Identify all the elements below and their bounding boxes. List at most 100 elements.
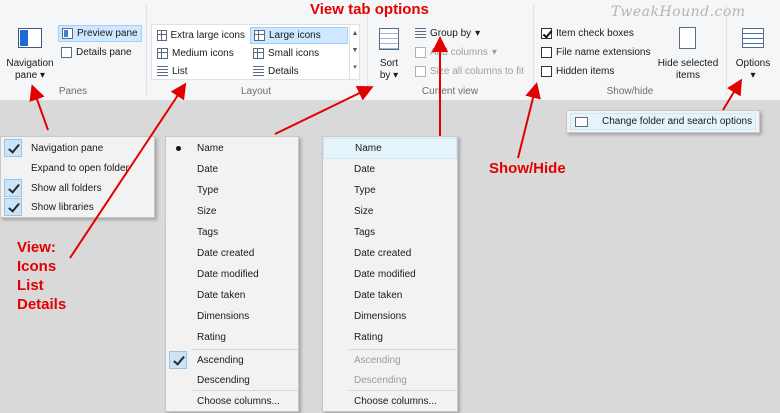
menu-item-label: Date taken	[197, 290, 246, 301]
group-by-menu: Name Date Type Size Tags Date created Date mod…	[322, 136, 458, 412]
group-item-name[interactable]: Name	[323, 138, 457, 159]
small-icons-option[interactable]: Small icons	[250, 45, 348, 62]
menu-item-label: Type	[354, 185, 376, 196]
group-item-date[interactable]: Date	[323, 159, 457, 180]
check-icon	[4, 198, 22, 216]
sort-choose-columns-option[interactable]: Choose columns...	[166, 391, 298, 412]
menu-item-label: Date modified	[197, 269, 259, 280]
group-descending-option[interactable]: Descending	[323, 370, 457, 391]
sort-item-date-modified[interactable]: Date modified	[166, 264, 298, 285]
menu-item-label: Size	[197, 206, 217, 217]
menu-item-label: Dimensions	[197, 311, 250, 322]
sort-item-rating[interactable]: Rating	[166, 327, 298, 348]
navigation-pane-label-1: Navigation	[6, 58, 54, 69]
menu-item-label: Date	[197, 164, 219, 175]
view-callout-line1: View:	[17, 239, 56, 256]
group-item-date-taken[interactable]: Date taken	[323, 285, 457, 306]
item-check-boxes-checkbox[interactable]	[541, 28, 552, 39]
check-icon	[4, 179, 22, 197]
view-callout-line3: List	[17, 277, 44, 294]
options-dropdown: Change folder and search options	[566, 110, 760, 133]
hidden-items-label: Hidden items	[556, 66, 615, 77]
nav-menu-item-show-libraries[interactable]: Show libraries	[1, 197, 154, 218]
sort-descending-option[interactable]: Descending	[166, 370, 298, 391]
hide-selected-label-1: Hide selected	[657, 58, 719, 69]
group-item-date-created[interactable]: Date created	[323, 243, 457, 264]
hidden-items-checkbox[interactable]	[541, 66, 552, 77]
view-callout-line4: Details	[17, 296, 67, 313]
group-choose-columns-option[interactable]: Choose columns...	[323, 391, 457, 412]
menu-item-label: Rating	[354, 332, 383, 343]
current-view-group-label: Current view	[421, 86, 479, 97]
extra-large-icons-label: Extra large icons	[170, 30, 245, 41]
nav-menu-item-show-all-folders[interactable]: Show all folders	[1, 178, 154, 199]
group-ascending-option[interactable]: Ascending	[323, 350, 457, 371]
radio-bullet-icon	[176, 146, 181, 151]
menu-item-label: Navigation pane	[31, 143, 104, 154]
file-name-extensions-checkbox[interactable]	[541, 47, 552, 58]
list-label: List	[172, 66, 188, 77]
sort-by-button[interactable]: Sort by ▾	[372, 24, 406, 84]
sort-item-size[interactable]: Size	[166, 201, 298, 222]
group-by-label: Group by	[430, 28, 472, 39]
small-icons-label: Small icons	[268, 48, 320, 59]
nav-menu-item-navigation-pane[interactable]: Navigation pane	[1, 138, 154, 159]
menu-item-label: Date taken	[354, 290, 403, 301]
menu-item-label: Choose columns...	[354, 396, 437, 407]
list-option[interactable]: List	[154, 63, 248, 80]
options-label: Options	[735, 58, 771, 69]
preview-pane-button[interactable]: Preview pane	[58, 25, 142, 42]
sort-by-menu: Name Date Type Size Tags Date created Date mod…	[165, 136, 299, 412]
large-icons-option[interactable]: Large icons	[250, 27, 348, 44]
menu-item-label: Date modified	[354, 269, 416, 280]
details-option[interactable]: Details	[250, 63, 348, 80]
group-by-button[interactable]: Group by ▾	[412, 25, 522, 42]
details-pane-label: Details pane	[76, 47, 132, 58]
folder-options-icon	[575, 116, 588, 127]
details-icon	[253, 66, 264, 77]
sort-ascending-option[interactable]: Ascending	[166, 350, 298, 371]
sort-item-tags[interactable]: Tags	[166, 222, 298, 243]
size-all-columns-button[interactable]: Size all columns to fit	[412, 63, 530, 80]
navigation-pane-button[interactable]: Navigation pane ▾	[4, 24, 56, 84]
watermark: TweakHound.com	[611, 4, 746, 20]
group-item-tags[interactable]: Tags	[323, 222, 457, 243]
sort-item-type[interactable]: Type	[166, 180, 298, 201]
menu-item-label: Name	[355, 143, 382, 154]
sort-by-icon	[379, 28, 399, 50]
details-pane-button[interactable]: Details pane	[58, 44, 142, 61]
hidden-items-toggle[interactable]: Hidden items	[538, 63, 638, 80]
item-check-boxes-label: Item check boxes	[556, 28, 634, 39]
group-item-dimensions[interactable]: Dimensions	[323, 306, 457, 327]
sort-item-date-taken[interactable]: Date taken	[166, 285, 298, 306]
menu-item-label: Date created	[197, 248, 255, 259]
group-item-date-modified[interactable]: Date modified	[323, 264, 457, 285]
file-name-extensions-toggle[interactable]: File name extensions	[538, 44, 656, 61]
menu-item-label: Descending	[197, 375, 250, 386]
add-columns-button[interactable]: Add columns ▾	[412, 44, 522, 61]
sort-by-label-1: Sort	[379, 58, 399, 69]
page-title: View tab options	[310, 1, 429, 18]
medium-icons-option[interactable]: Medium icons	[154, 45, 248, 62]
group-item-type[interactable]: Type	[323, 180, 457, 201]
nav-menu-item-expand-to-open-folder[interactable]: Expand to open folder	[1, 158, 154, 179]
show-hide-group-label: Show/hide	[606, 86, 654, 97]
sort-item-dimensions[interactable]: Dimensions	[166, 306, 298, 327]
group-item-size[interactable]: Size	[323, 201, 457, 222]
layout-scrollbar[interactable]: ▲ ▼ ▾	[349, 25, 360, 79]
navigation-pane-label-2: pane ▾	[14, 70, 46, 81]
sort-item-date-created[interactable]: Date created	[166, 243, 298, 264]
item-check-boxes-toggle[interactable]: Item check boxes	[538, 25, 648, 42]
options-button[interactable]: Options ▾	[730, 24, 776, 84]
sort-item-date[interactable]: Date	[166, 159, 298, 180]
hide-selected-items-button[interactable]: Hide selected items	[656, 24, 720, 84]
menu-item-label: Rating	[197, 332, 226, 343]
change-folder-option[interactable]: Change folder and search options	[570, 113, 756, 130]
add-columns-icon	[415, 47, 426, 58]
menu-item-label: Descending	[354, 375, 407, 386]
sort-item-name[interactable]: Name	[166, 138, 298, 159]
extra-large-icons-option[interactable]: Extra large icons	[154, 27, 248, 44]
menu-item-label: Size	[354, 206, 374, 217]
group-item-rating[interactable]: Rating	[323, 327, 457, 348]
show-hide-callout: Show/Hide	[489, 160, 566, 177]
